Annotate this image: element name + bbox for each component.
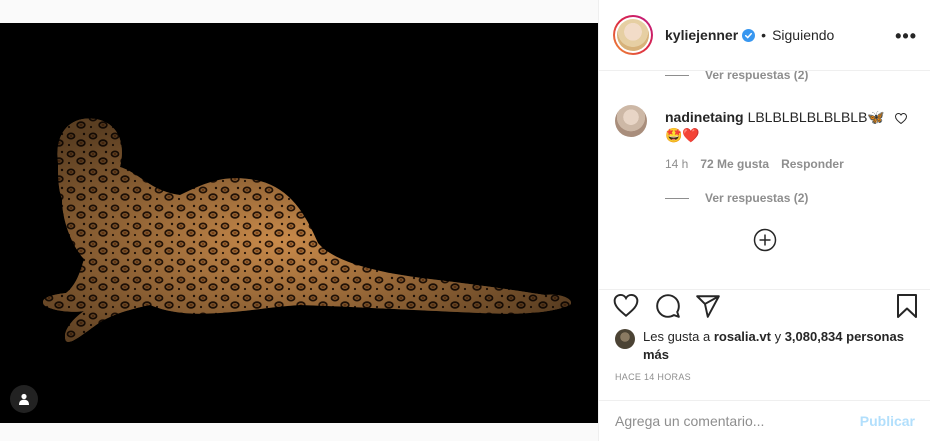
comment-input[interactable] xyxy=(615,413,860,429)
author-username[interactable]: kyliejenner xyxy=(665,27,738,43)
comment-meta: 14 h 72 Me gusta Responder xyxy=(665,157,844,171)
post-image[interactable] xyxy=(0,23,598,423)
heart-outline-icon[interactable] xyxy=(613,293,639,319)
liker-avatar[interactable] xyxy=(615,329,635,349)
verified-badge-icon xyxy=(742,28,756,42)
comment-username[interactable]: nadinetaing xyxy=(665,109,744,125)
view-replies-label: Ver respuestas (2) xyxy=(705,71,809,82)
view-replies-label: Ver respuestas (2) xyxy=(705,191,809,205)
post-actions-bar xyxy=(599,289,930,329)
likes-connector: y xyxy=(774,329,782,344)
comment-avatar[interactable] xyxy=(615,105,647,137)
comment-text: nadinetaing LBLBLBLBLBLBLB🦋🤩❤️ xyxy=(665,108,885,144)
view-replies-button[interactable]: Ver respuestas (2) xyxy=(665,191,808,205)
comment-like-heart-icon[interactable] xyxy=(895,113,907,124)
comment-likes[interactable]: 72 Me gusta xyxy=(700,157,769,171)
bookmark-icon[interactable] xyxy=(895,293,919,319)
reply-button[interactable]: Responder xyxy=(781,157,844,171)
header-separator: • xyxy=(761,27,767,43)
following-button[interactable]: Siguiendo xyxy=(772,27,834,43)
replies-divider-line xyxy=(665,74,689,76)
comment-bubble-icon[interactable] xyxy=(655,293,681,319)
add-comment-section: Publicar xyxy=(599,400,930,441)
view-replies-button[interactable]: Ver respuestas (2) xyxy=(665,71,808,82)
plus-circle-icon[interactable] xyxy=(753,228,777,252)
replies-divider-line xyxy=(665,197,689,199)
liker-username[interactable]: rosalia.vt xyxy=(714,329,771,344)
author-avatar[interactable] xyxy=(613,15,653,55)
likes-text: Les gusta a rosalia.vt y 3,080,834 perso… xyxy=(643,328,915,364)
publish-button[interactable]: Publicar xyxy=(860,413,915,429)
user-tags-button[interactable] xyxy=(10,385,38,413)
post-side-panel: kyliejenner • Siguiendo ••• Ver respuest… xyxy=(598,0,930,441)
likes-prefix: Les gusta a xyxy=(643,329,711,344)
comments-list: Ver respuestas (2) nadinetaing LBLBLBLBLB… xyxy=(599,71,930,289)
figure-silhouette xyxy=(42,118,571,342)
post-timestamp[interactable]: HACE 14 HORAS xyxy=(615,372,691,382)
paper-plane-icon[interactable] xyxy=(695,293,721,319)
author-avatar-image xyxy=(617,19,649,51)
more-horizontal-icon[interactable]: ••• xyxy=(895,26,917,47)
likes-summary: Les gusta a rosalia.vt y 3,080,834 perso… xyxy=(615,328,915,364)
comment-time: 14 h xyxy=(665,157,689,171)
post-header: kyliejenner • Siguiendo ••• xyxy=(599,0,930,71)
post-media-pane xyxy=(0,0,598,441)
post-image-figure xyxy=(42,118,571,342)
person-icon xyxy=(19,393,29,405)
